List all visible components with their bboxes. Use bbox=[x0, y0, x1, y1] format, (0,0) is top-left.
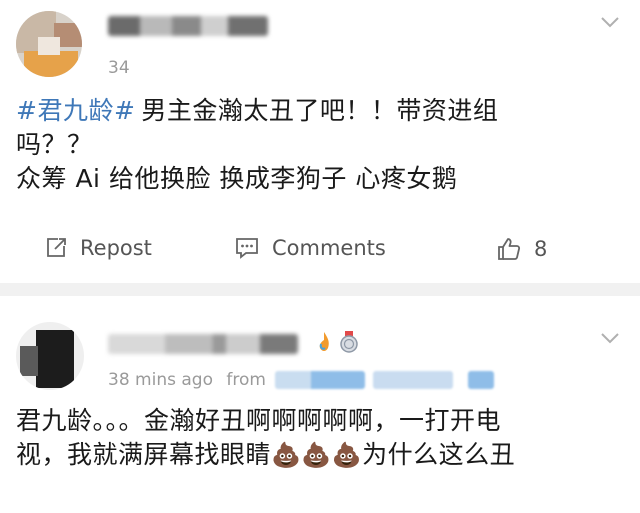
username-redacted[interactable] bbox=[108, 16, 268, 36]
post-content: 君九龄。。。金瀚好丑啊啊啊啊啊，一打开电 视，我就满屏幕找眼睛💩💩💩为什么这么丑 bbox=[16, 404, 622, 492]
chevron-down-icon bbox=[601, 17, 619, 28]
content-line-cutoff bbox=[16, 472, 622, 492]
repost-label: Repost bbox=[80, 236, 152, 260]
source-redacted[interactable] bbox=[372, 371, 453, 389]
content-line: #君九龄# 男主金瀚太丑了吧！！带资进组 bbox=[16, 94, 622, 128]
comments-button[interactable]: Comments bbox=[234, 236, 386, 260]
weibo-post: 38 mins ago from 君九龄。。。金瀚好丑啊啊啊啊啊，一打开电 视，… bbox=[0, 296, 640, 513]
thumbs-up-icon bbox=[498, 238, 521, 260]
username-redacted[interactable] bbox=[108, 334, 298, 354]
source-redacted[interactable] bbox=[275, 371, 366, 389]
content-line: 吗？？ bbox=[16, 130, 93, 159]
source-label: from bbox=[226, 370, 266, 390]
hashtag-link[interactable]: #君九龄# bbox=[16, 96, 135, 125]
content-text: 视，我就满屏幕找眼睛 bbox=[16, 440, 272, 469]
poop-emoji: 💩💩💩 bbox=[271, 441, 363, 469]
post-content: #君九龄# 男主金瀚太丑了吧！！带资进组 吗？？ 众筹 Ai 给他换脸 换成李狗子… bbox=[16, 94, 622, 196]
action-bar: Repost Comments 8 bbox=[0, 230, 640, 274]
more-options-button[interactable] bbox=[600, 332, 620, 344]
content-text: 为什么这么丑 bbox=[362, 440, 516, 469]
avatar-blur-block bbox=[36, 330, 74, 388]
chevron-down-icon bbox=[601, 333, 619, 344]
avatar[interactable] bbox=[16, 11, 82, 77]
post-meta: 38 mins ago from bbox=[108, 370, 495, 390]
more-options-button[interactable] bbox=[600, 16, 620, 28]
content-line: 众筹 Ai 给他换脸 换成李狗子 心疼女鹅 bbox=[16, 164, 458, 193]
avatar-blur-block bbox=[20, 346, 38, 376]
content-text: 男主金瀚太丑了吧！！带资进组 bbox=[141, 96, 499, 125]
repost-button[interactable]: Repost bbox=[44, 236, 152, 260]
avatar-blur-block bbox=[38, 37, 60, 55]
feed-separator bbox=[0, 283, 640, 296]
content-line: 视，我就满屏幕找眼睛💩💩💩为什么这么丑 bbox=[16, 438, 622, 472]
avatar[interactable] bbox=[16, 322, 84, 390]
flame-badge-icon bbox=[319, 332, 329, 351]
source-redacted[interactable] bbox=[468, 371, 495, 389]
repost-icon bbox=[47, 238, 66, 257]
content-line: 君九龄。。。金瀚好丑啊啊啊啊啊，一打开电 bbox=[16, 406, 502, 435]
medal-badge-icon bbox=[340, 331, 358, 353]
member-badges bbox=[316, 330, 360, 354]
like-button[interactable]: 8 bbox=[496, 236, 547, 262]
post-timestamp: 34 bbox=[108, 58, 130, 78]
post-timestamp: 38 mins ago bbox=[108, 370, 213, 390]
comment-icon bbox=[236, 238, 258, 259]
comments-label: Comments bbox=[272, 236, 386, 260]
like-count: 8 bbox=[534, 237, 548, 261]
weibo-post: 34 #君九龄# 男主金瀚太丑了吧！！带资进组 吗？？ 众筹 Ai 给他换脸 换成… bbox=[0, 0, 640, 283]
